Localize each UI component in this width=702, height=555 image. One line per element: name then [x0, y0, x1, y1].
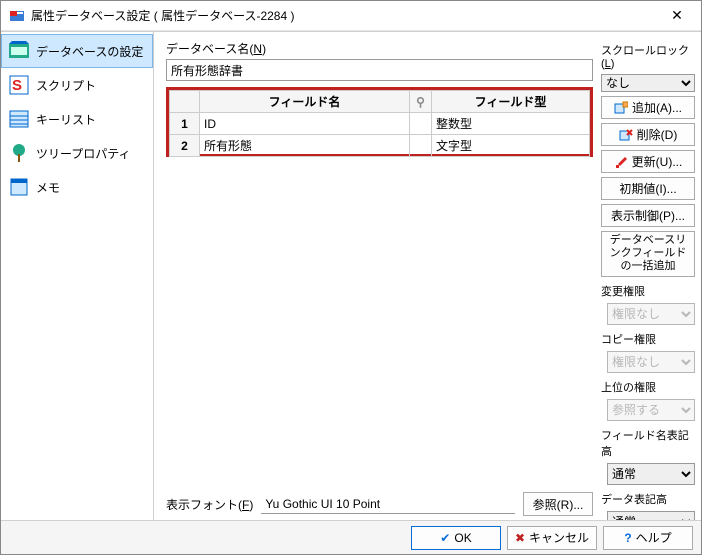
- bulk-add-dblink-button[interactable]: データベースリンクフィールドの一括追加: [601, 231, 695, 277]
- add-button[interactable]: 追加(A)...: [601, 96, 695, 119]
- display-font-label: 表示フォント(F): [166, 496, 253, 513]
- keylist-icon: [8, 108, 30, 130]
- cell-fieldtype[interactable]: 整数型: [432, 113, 590, 135]
- update-button[interactable]: 更新(U)...: [601, 150, 695, 173]
- fields-table: フィールド名 ⚲ フィールド型 1 ID 整数型 2 所有形態 文字: [169, 90, 590, 157]
- help-icon: ?: [624, 531, 631, 545]
- sidebar-item-label: メモ: [36, 179, 60, 196]
- cancel-button[interactable]: ✖ キャンセル: [507, 526, 597, 550]
- window-title: 属性データベース設定 ( 属性データベース-2284 ): [31, 7, 657, 24]
- delete-button[interactable]: 削除(D): [601, 123, 695, 146]
- cell-fieldname[interactable]: 所有形態: [200, 135, 410, 157]
- sidebar-item-keylist[interactable]: キーリスト: [1, 102, 153, 136]
- header-fieldtype[interactable]: フィールド型: [432, 91, 590, 113]
- upper-permission-select: 参照する: [607, 399, 695, 421]
- sidebar-item-label: キーリスト: [36, 111, 96, 128]
- cell-anchor[interactable]: [410, 135, 432, 157]
- sidebar-item-memo[interactable]: メモ: [1, 170, 153, 204]
- add-icon: [614, 101, 628, 115]
- button-bar: ✔ OK ✖ キャンセル ? ヘルプ: [1, 520, 701, 554]
- header-fieldname[interactable]: フィールド名: [200, 91, 410, 113]
- row-num: 2: [170, 135, 200, 157]
- sidebar-item-script[interactable]: S スクリプト: [1, 68, 153, 102]
- sidebar: データベースの設定 S スクリプト キーリスト ツリープロパティ: [1, 32, 154, 520]
- help-button[interactable]: ? ヘルプ: [603, 526, 693, 550]
- sidebar-item-tree-property[interactable]: ツリープロパティ: [1, 136, 153, 170]
- cell-anchor[interactable]: [410, 113, 432, 135]
- check-icon: ✔: [440, 531, 450, 545]
- upper-permission-label: 上位の権限: [601, 379, 695, 395]
- table-header-row: フィールド名 ⚲ フィールド型: [170, 91, 590, 113]
- field-header-height-select[interactable]: 通常: [607, 463, 695, 485]
- copy-permission-select: 権限なし: [607, 351, 695, 373]
- db-settings-icon: [8, 40, 30, 62]
- display-control-button[interactable]: 表示制御(P)...: [601, 204, 695, 227]
- table-row[interactable]: 1 ID 整数型: [170, 113, 590, 135]
- titlebar: 属性データベース設定 ( 属性データベース-2284 ) ✕: [1, 1, 701, 31]
- scroll-lock-label: スクロールロック(L): [601, 42, 695, 70]
- cell-fieldname[interactable]: ID: [200, 113, 410, 135]
- sidebar-item-label: データベースの設定: [36, 43, 143, 60]
- main-area: データベースの設定 S スクリプト キーリスト ツリープロパティ: [1, 31, 701, 520]
- change-permission-label: 変更権限: [601, 283, 695, 299]
- fields-table-wrap: フィールド名 ⚲ フィールド型 1 ID 整数型 2 所有形態 文字: [166, 87, 593, 157]
- sidebar-item-label: スクリプト: [36, 77, 96, 94]
- center-panel: データベース名(N) フィールド名 ⚲ フィールド型 1 ID 整数型: [154, 32, 601, 520]
- header-rownum: [170, 91, 200, 113]
- app-icon: [9, 8, 25, 24]
- initial-value-button[interactable]: 初期値(I)...: [601, 177, 695, 200]
- delete-icon: [619, 128, 633, 142]
- db-name-input[interactable]: [166, 59, 593, 81]
- data-row-height-label: データ表記高: [601, 491, 695, 507]
- ok-button[interactable]: ✔ OK: [411, 526, 501, 550]
- cancel-icon: ✖: [515, 531, 525, 545]
- field-header-height-label: フィールド名表記高: [601, 427, 695, 459]
- header-anchor-icon[interactable]: ⚲: [410, 91, 432, 113]
- cell-fieldtype[interactable]: 文字型: [432, 135, 590, 157]
- update-icon: [614, 155, 628, 169]
- copy-permission-label: コピー権限: [601, 331, 695, 347]
- browse-font-button[interactable]: 参照(R)...: [523, 492, 593, 516]
- scroll-lock-select[interactable]: なし: [601, 74, 695, 92]
- tree-icon: [8, 142, 30, 164]
- display-font-value: Yu Gothic UI 10 Point: [261, 494, 515, 514]
- script-icon: S: [8, 74, 30, 96]
- close-button[interactable]: ✕: [657, 2, 697, 30]
- sidebar-item-label: ツリープロパティ: [36, 145, 131, 162]
- memo-icon: [8, 176, 30, 198]
- db-name-label: データベース名(N): [166, 40, 593, 57]
- table-row[interactable]: 2 所有形態 文字型: [170, 135, 590, 157]
- right-panel: スクロールロック(L) なし 追加(A)... 削除(D) 更新(U)... 初…: [601, 32, 701, 520]
- sidebar-item-db-settings[interactable]: データベースの設定: [1, 34, 153, 68]
- display-font-row: 表示フォント(F) Yu Gothic UI 10 Point 参照(R)...: [166, 488, 593, 516]
- row-num: 1: [170, 113, 200, 135]
- dialog-window: 属性データベース設定 ( 属性データベース-2284 ) ✕ データベースの設定…: [0, 0, 702, 555]
- svg-text:S: S: [12, 77, 22, 94]
- change-permission-select: 権限なし: [607, 303, 695, 325]
